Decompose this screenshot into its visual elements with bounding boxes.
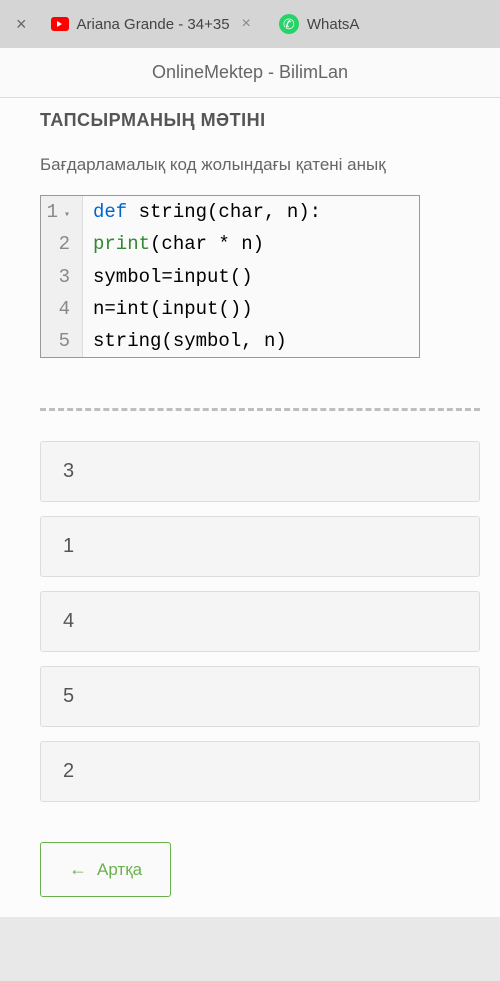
answer-option[interactable]: 2 [40, 741, 480, 802]
back-label: Артқа [97, 860, 142, 880]
code-text: string(symbol, n) [83, 325, 287, 357]
line-number: 5 [41, 325, 83, 357]
tab-title: Ariana Grande - 34+35 [77, 16, 230, 33]
code-text: print(char * n) [83, 228, 264, 260]
code-line: 2 print(char * n) [41, 228, 419, 260]
answer-option[interactable]: 5 [40, 666, 480, 727]
line-number: 4 [41, 293, 83, 325]
code-text: def string(char, n): [83, 196, 321, 228]
page-title-bar: OnlineMektep - BilimLan [0, 48, 500, 98]
task-question: Бағдарламалық код жолындағы қатені анық [40, 155, 480, 175]
page-title: OnlineMektep - BilimLan [152, 62, 348, 82]
answer-option[interactable]: 3 [40, 441, 480, 502]
close-icon[interactable]: × [8, 14, 35, 35]
divider [40, 408, 480, 411]
content-area: ТАПСЫРМАНЫҢ МƏТІНІ Бағдарламалық код жол… [0, 98, 500, 917]
code-line: 1 def string(char, n): [41, 196, 419, 228]
task-header: ТАПСЫРМАНЫҢ МƏТІНІ [40, 98, 480, 155]
code-block: 1 def string(char, n): 2 print(char * n)… [40, 195, 420, 358]
tab-close-icon[interactable]: × [242, 15, 251, 33]
code-text: symbol=input() [83, 261, 253, 293]
arrow-left-icon: ← [69, 859, 87, 880]
code-text: n=int(input()) [83, 293, 253, 325]
line-number: 3 [41, 261, 83, 293]
line-number: 1 [41, 196, 83, 228]
browser-tab-1[interactable]: Ariana Grande - 34+35 × [39, 7, 263, 41]
code-line: 4 n=int(input()) [41, 293, 419, 325]
youtube-icon [51, 17, 69, 31]
answer-option[interactable]: 4 [40, 591, 480, 652]
answer-option[interactable]: 1 [40, 516, 480, 577]
line-number: 2 [41, 228, 83, 260]
back-button[interactable]: ← Артқа [40, 842, 171, 897]
browser-tabs: × Ariana Grande - 34+35 × WhatsA [0, 0, 500, 48]
code-line: 3 symbol=input() [41, 261, 419, 293]
browser-tab-2[interactable]: WhatsA [267, 6, 372, 42]
code-line: 5 string(symbol, n) [41, 325, 419, 357]
whatsapp-icon [279, 14, 299, 34]
tab-title: WhatsA [307, 16, 360, 33]
answer-options: 3 1 4 5 2 [40, 441, 480, 802]
